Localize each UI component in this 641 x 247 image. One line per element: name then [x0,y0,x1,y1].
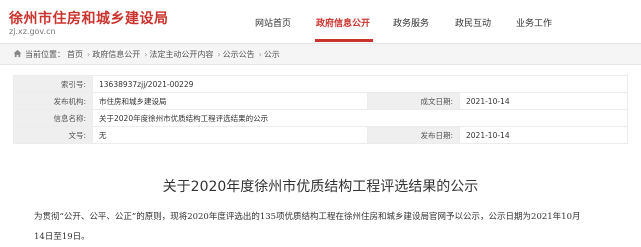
pub-date-label: 发布日期: [367,126,460,144]
article-body: 为贯彻“公开、公平、公正”的原则，现将2020年度评选出的135项优质结构工程在… [34,207,626,247]
org-value: 市住房和城乡建设局 [92,92,368,110]
breadcrumb-separator: › [144,50,148,59]
table-row: 文号: 无 发布日期: 2021-10-14 [13,126,628,144]
doc-label: 文号: [13,126,93,144]
index-value: 13638937zjj/2021-00229 [92,75,628,93]
breadcrumb-separator: › [217,50,221,59]
breadcrumb-item[interactable]: 公示 [264,50,280,59]
article-title: 关于2020年度徐州市优质结构工程评选结果的公示 [162,179,479,195]
table-row: 信息名称: 关于2020年度徐州市优质结构工程评选结果的公示 [13,109,628,127]
index-label: 索引号: [13,75,93,93]
doc-value: 无 [92,126,368,144]
active-nav-indicator [315,39,373,42]
article-paragraph-line: 14日至19日。 [34,232,90,242]
nav-item-home[interactable]: 网站首页 [255,16,291,29]
breadcrumb-label: 当前位置： [25,50,65,59]
pub-date-value: 2021-10-14 [459,126,628,144]
date-label: 成文日期: [367,92,460,110]
breadcrumb-separator: › [258,50,262,59]
article-paragraph-line: 为贯彻“公开、公平、公正”的原则，现将2020年度评选出的135项优质结构工程在… [34,212,581,222]
org-label: 发布机构: [13,92,93,110]
main-nav: 网站首页 政府信息公开 政务服务 政民互动 业务工作 [0,16,641,30]
nav-item-interaction[interactable]: 政民互动 [455,16,491,29]
breadcrumb-item[interactable]: 政府信息公开 [92,50,140,59]
site-header: 徐州市住房和城乡建设局 zj.xz.gov.cn 网站首页 政府信息公开 政务服… [0,0,641,44]
nav-item-services[interactable]: 政务服务 [393,16,429,29]
title-value: 关于2020年度徐州市优质结构工程评选结果的公示 [92,109,628,127]
title-label: 信息名称: [13,109,93,127]
info-table: 索引号: 13638937zjj/2021-00229 发布机构: 市住房和城乡… [13,75,628,144]
nav-item-gov-info[interactable]: 政府信息公开 [316,16,370,29]
breadcrumb-item[interactable]: 法定主动公开内容 [149,50,213,59]
breadcrumb: 当前位置： 首页 › 政府信息公开 › 法定主动公开内容 › 公示公告 › 公示 [0,44,641,65]
breadcrumb-item[interactable]: 公示公告 [223,50,255,59]
table-row: 发布机构: 市住房和城乡建设局 成文日期: 2021-10-14 [13,92,628,110]
date-value: 2021-10-14 [459,92,628,110]
table-row: 索引号: 13638937zjj/2021-00229 [13,75,628,93]
nav-item-business[interactable]: 业务工作 [516,16,552,29]
breadcrumb-item[interactable]: 首页 [67,50,83,59]
breadcrumb-separator: › [87,50,91,59]
home-icon [13,49,22,58]
